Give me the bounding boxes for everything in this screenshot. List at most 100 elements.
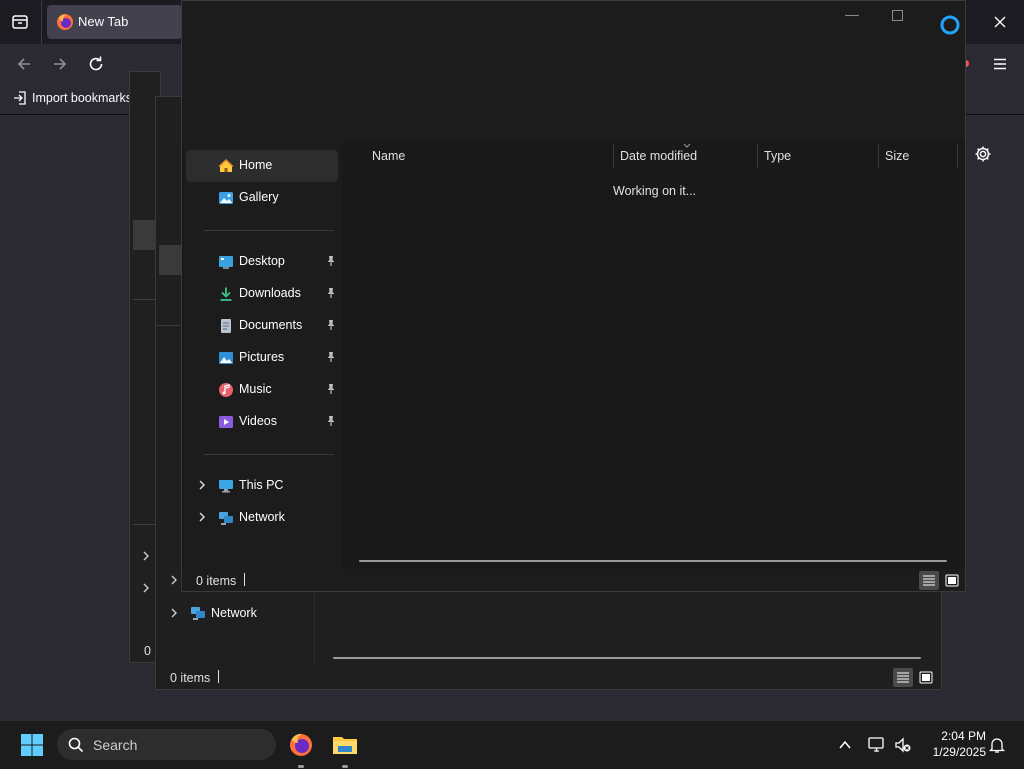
loading-message: Working on it... [613,184,697,198]
selected-nav-highlight [159,245,183,275]
import-bookmarks-button[interactable]: Import bookmarks [12,90,132,106]
column-header-size[interactable]: Size [885,141,909,171]
column-divider[interactable] [757,144,758,168]
taskbar-search-box[interactable]: Search [57,729,276,760]
file-explorer-window[interactable]: Home Gallery Desktop Downloads Documents… [171,0,966,592]
nav-separator [133,524,157,525]
browser-tab-new-tab[interactable]: New Tab [47,5,182,39]
firefox-logo-icon [290,733,312,756]
chevron-right-icon[interactable] [168,574,180,586]
chevron-right-icon[interactable] [196,479,208,491]
search-placeholder: Search [93,737,138,753]
chevron-up-icon[interactable] [838,738,852,752]
documents-folder-icon [221,319,231,333]
network-icon [219,512,233,525]
pin-icon[interactable] [325,255,337,267]
nav-item-network[interactable]: Network [168,605,257,621]
firefox-logo-icon [57,14,73,30]
arrow-left-icon [17,58,30,70]
pane-divider [314,593,315,663]
start-button[interactable] [20,733,44,757]
details-view-icon [897,672,909,683]
nav-item-music[interactable]: Music [186,374,338,406]
browser-close-button[interactable] [986,8,1014,36]
gear-icon [975,146,991,162]
nav-item-desktop[interactable]: Desktop [186,246,338,278]
nav-item-this-pc[interactable]: This PC [186,470,338,502]
nav-item-label: Downloads [239,286,301,300]
chevron-right-icon[interactable] [140,582,152,594]
notification-bell-icon[interactable] [988,736,1006,754]
home-icon [218,158,234,172]
app-menu-button[interactable] [986,50,1014,78]
nav-separator [204,454,334,455]
status-divider [218,670,219,683]
tab-separator [41,0,42,44]
column-divider[interactable] [613,144,614,168]
nav-item-pictures[interactable]: Pictures [186,342,338,374]
nav-item-videos[interactable]: Videos [186,406,338,438]
customize-new-tab-button[interactable] [969,140,997,168]
pin-icon[interactable] [325,415,337,427]
status-divider [244,573,245,586]
pin-icon[interactable] [325,351,337,363]
nav-item-downloads[interactable]: Downloads [186,278,338,310]
taskbar-firefox-button[interactable] [288,732,314,758]
reload-button[interactable] [82,50,110,78]
clock-time: 2:04 PM [941,729,986,743]
chevron-right-icon[interactable] [168,607,180,619]
horizontal-scrollbar[interactable] [333,657,921,659]
details-view-icon [923,575,935,586]
column-divider[interactable] [878,144,879,168]
firefox-view-icon [12,15,28,29]
column-divider[interactable] [957,144,958,168]
network-status-icon[interactable] [867,735,887,755]
selected-nav-highlight [133,220,157,250]
pin-icon[interactable] [325,319,337,331]
taskbar-file-explorer-button[interactable] [332,733,358,757]
nav-separator [133,299,157,300]
nav-item-label: Network [211,606,257,620]
firefox-view-button[interactable] [6,8,34,36]
chevron-right-icon[interactable] [196,511,208,523]
nav-item-label: Videos [239,414,277,428]
column-header-name[interactable]: Name [372,141,405,171]
nav-item-documents[interactable]: Documents [186,310,338,342]
file-list-pane[interactable]: Name Date modified Type Size Working on … [343,141,963,569]
status-bar: 0 items [171,569,965,591]
hamburger-menu-icon [994,58,1006,70]
large-icons-view-icon [945,574,959,587]
desktop-folder-icon [219,256,233,269]
horizontal-scrollbar[interactable] [359,560,947,562]
nav-item-label: This PC [239,478,284,492]
large-icons-view-icon [919,671,933,684]
nav-item-label: Music [239,382,272,396]
volume-muted-icon[interactable] [893,735,913,755]
nav-item-label: Documents [239,318,303,332]
nav-item-home[interactable]: Home [186,150,338,182]
forward-button[interactable] [46,50,74,78]
pin-icon[interactable] [325,287,337,299]
back-button[interactable] [10,50,38,78]
details-view-button[interactable] [893,668,913,687]
arrow-right-icon [54,58,67,70]
nav-item-label: Home [239,158,273,172]
clock[interactable]: 2:04 PM 1/29/2025 [920,729,986,760]
details-view-button[interactable] [919,571,939,590]
chevron-right-icon[interactable] [140,550,152,562]
downloads-folder-icon [220,287,232,301]
search-icon [68,737,84,753]
maximize-button[interactable] [892,10,903,21]
music-folder-icon [219,383,233,397]
status-item-count: 0 items [170,671,211,685]
column-header-date-modified[interactable]: Date modified [620,141,697,171]
column-header-type[interactable]: Type [764,141,791,171]
minimize-button[interactable] [845,15,859,16]
nav-item-network[interactable]: Network [186,502,338,534]
tiles-view-button[interactable] [916,668,936,687]
nav-separator [204,230,334,231]
nav-item-gallery[interactable]: Gallery [186,182,338,214]
pin-icon[interactable] [325,383,337,395]
tiles-view-button[interactable] [942,571,962,590]
status-item-count: 0 items [196,574,237,588]
